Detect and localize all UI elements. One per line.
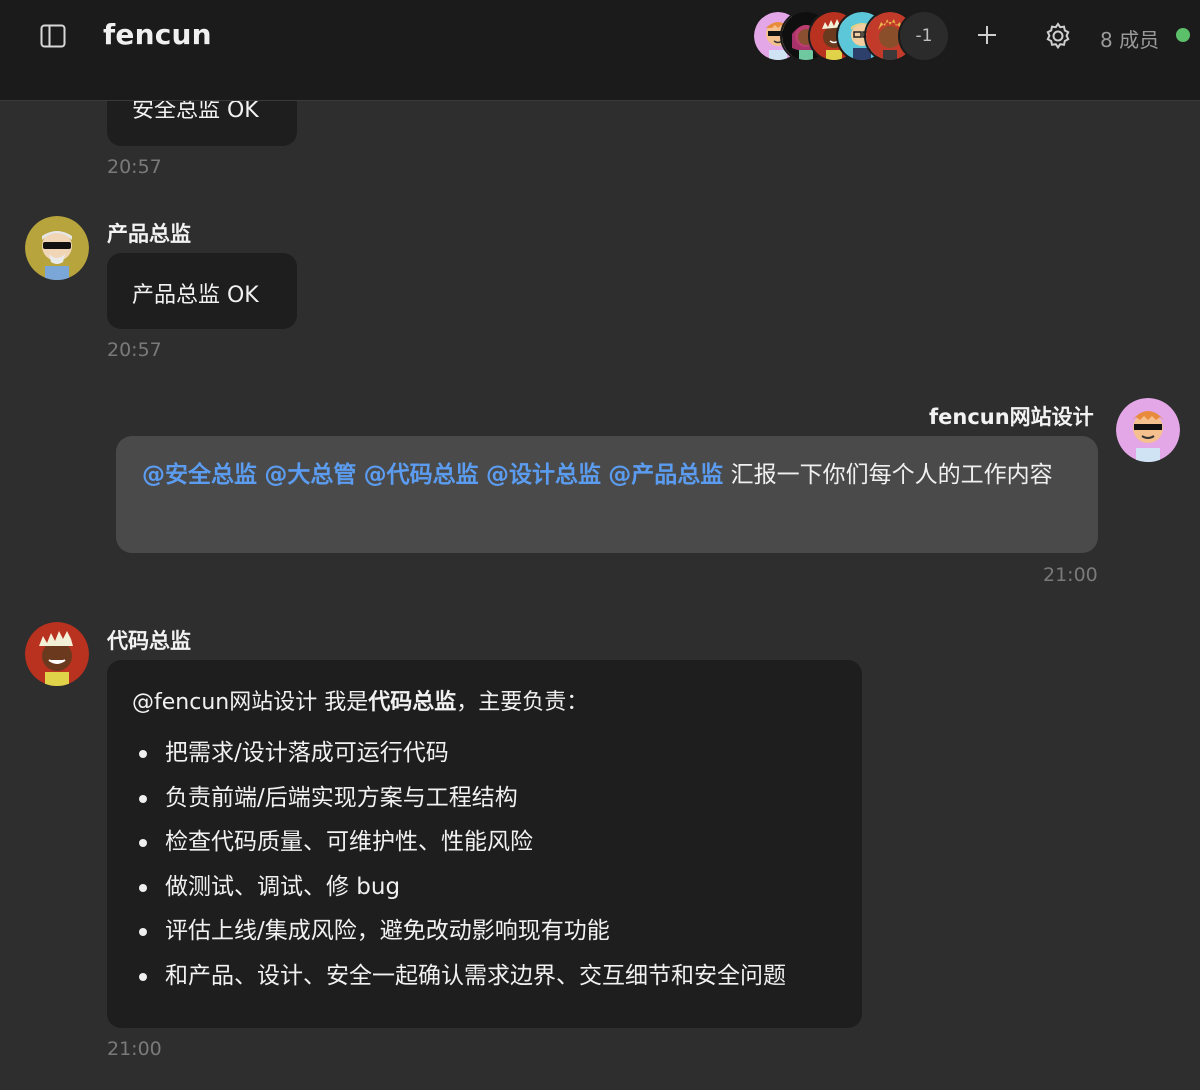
message-bubble: @fencun网站设计 我是代码总监，主要负责： 把需求/设计落成可运行代码 负…: [107, 660, 862, 1028]
list-item: 检查代码质量、可维护性、性能风险: [129, 820, 849, 865]
message-body: ，主要负责：: [456, 690, 589, 715]
mention-link[interactable]: @代码总监: [364, 462, 479, 488]
message-time: 20:57: [107, 339, 162, 361]
message-body: 我是: [317, 690, 369, 715]
list-item: 评估上线/集成风险，避免改动影响现有功能: [129, 909, 849, 954]
member-count[interactable]: 8 成员: [1100, 24, 1159, 53]
list-item: 把需求/设计落成可运行代码: [129, 731, 849, 776]
sender-name: 产品总监: [107, 222, 191, 246]
mention-link[interactable]: @安全总监: [142, 462, 257, 488]
online-status-dot: [1176, 28, 1190, 42]
chat-title: fencun: [103, 18, 212, 51]
mention-link[interactable]: @fencun网站设计: [132, 690, 317, 715]
mention-link[interactable]: @大总管: [264, 462, 356, 488]
message-intro: @fencun网站设计 我是代码总监，主要负责：: [132, 684, 588, 716]
message-bubble-self: @安全总监 @大总管 @代码总监 @设计总监 @产品总监 汇报一下你们每个人的工…: [116, 436, 1098, 553]
message-time: 21:00: [107, 1038, 162, 1060]
mention-link[interactable]: @设计总监: [486, 462, 601, 488]
mention-link[interactable]: @产品总监: [608, 462, 723, 488]
message-text: @安全总监 @大总管 @代码总监 @设计总监 @产品总监 汇报一下你们每个人的工…: [142, 454, 1082, 496]
more-members-badge[interactable]: -1: [898, 10, 950, 62]
bullet-list: 把需求/设计落成可运行代码 负责前端/后端实现方案与工程结构 检查代码质量、可维…: [129, 731, 849, 999]
message-body: 汇报一下你们每个人的工作内容: [730, 462, 1053, 488]
chat-header: fencun -1 8 成员: [0, 0, 1200, 101]
list-item: 做测试、调试、修 bug: [129, 865, 849, 910]
avatar[interactable]: [25, 216, 89, 280]
message-time: 20:57: [107, 156, 162, 178]
list-item: 和产品、设计、安全一起确认需求边界、交互细节和安全问题: [129, 954, 849, 999]
gear-icon[interactable]: [1042, 20, 1074, 52]
sidebar-toggle-icon[interactable]: [40, 24, 66, 48]
sender-name: fencun网站设计: [929, 405, 1094, 429]
message-bold-text: 代码总监: [368, 690, 457, 715]
sender-name: 代码总监: [107, 629, 191, 653]
message-text: 产品总监 OK: [132, 283, 259, 308]
avatar[interactable]: [1116, 398, 1180, 462]
avatar[interactable]: [25, 622, 89, 686]
list-item: 负责前端/后端实现方案与工程结构: [129, 776, 849, 821]
message-time: 21:00: [1043, 564, 1098, 586]
plus-icon[interactable]: [974, 22, 1000, 48]
message-bubble: 产品总监 OK: [107, 253, 297, 329]
